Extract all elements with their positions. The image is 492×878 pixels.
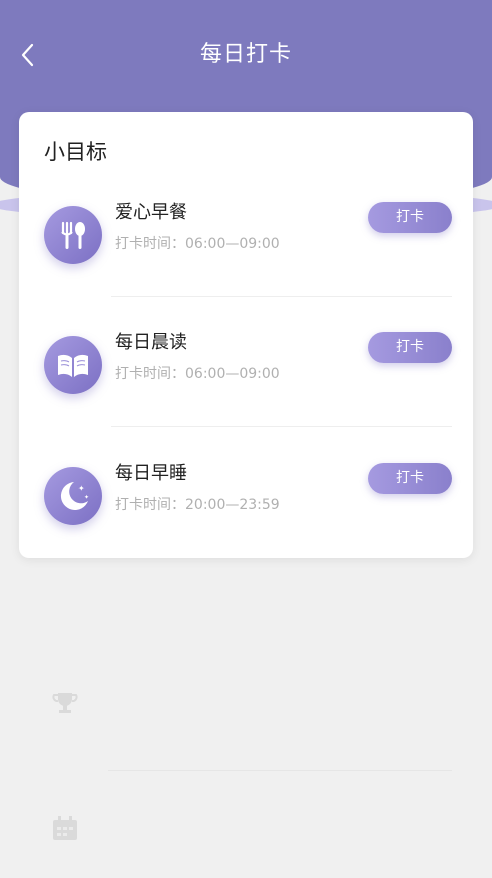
goals-card: 小目标 爱心早餐 打卡时间：06:00—09:00 打卡 每日晨读 打卡时间：0… bbox=[19, 112, 473, 558]
calendar-icon bbox=[50, 813, 80, 847]
card-title: 小目标 bbox=[44, 140, 107, 164]
checkin-button[interactable]: 打卡 bbox=[368, 463, 452, 494]
divider bbox=[108, 770, 452, 771]
task-time: 打卡时间：06:00—09:00 bbox=[115, 366, 280, 382]
page-title: 每日打卡 bbox=[199, 42, 292, 67]
fork-spoon-icon bbox=[44, 206, 102, 264]
task-name: 每日晨读 bbox=[115, 332, 187, 353]
checkin-button[interactable]: 打卡 bbox=[368, 332, 452, 363]
divider bbox=[111, 426, 452, 427]
task-time: 打卡时间：06:00—09:00 bbox=[115, 236, 280, 252]
divider bbox=[111, 296, 452, 297]
trophy-icon bbox=[50, 688, 80, 722]
task-time: 打卡时间：20:00—23:59 bbox=[115, 497, 280, 513]
svg-text:✦: ✦ bbox=[62, 488, 67, 495]
book-icon bbox=[44, 336, 102, 394]
checkin-button[interactable]: 打卡 bbox=[368, 202, 452, 233]
svg-text:✦: ✦ bbox=[78, 484, 85, 493]
task-name: 每日早睡 bbox=[115, 463, 187, 484]
task-item-breakfast: 爱心早餐 打卡时间：06:00—09:00 打卡 bbox=[19, 202, 473, 296]
svg-text:✦: ✦ bbox=[84, 494, 89, 501]
task-name: 爱心早餐 bbox=[115, 202, 187, 223]
task-item-reading: 每日晨读 打卡时间：06:00—09:00 打卡 bbox=[19, 332, 473, 426]
moon-stars-icon: ✦ ✦ ✦ bbox=[44, 467, 102, 525]
task-item-early-sleep: ✦ ✦ ✦ 每日早睡 打卡时间：20:00—23:59 打卡 bbox=[19, 463, 473, 557]
